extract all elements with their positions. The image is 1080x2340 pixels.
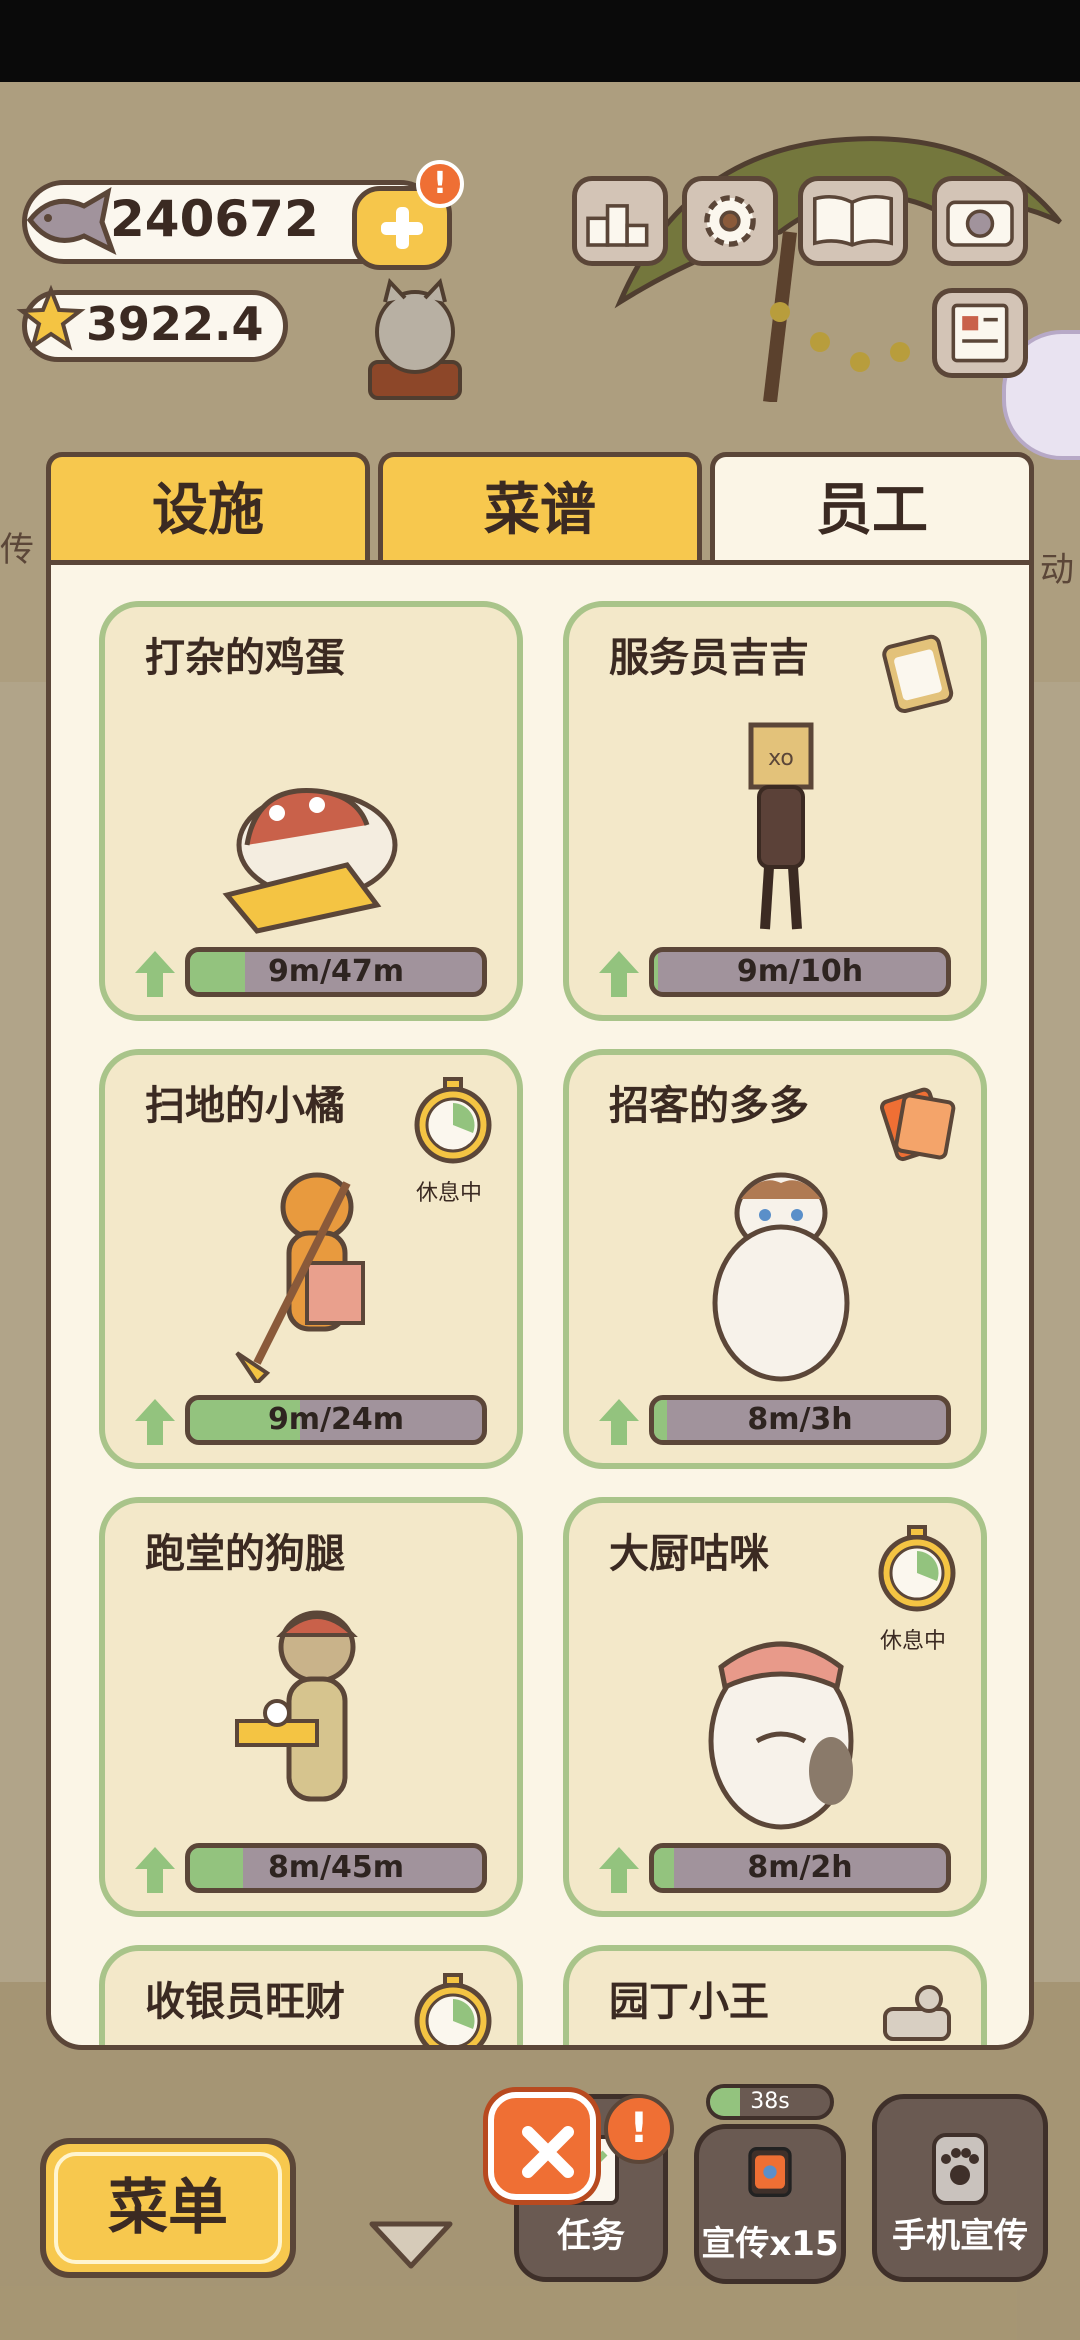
staff-name: 招客的多多 (609, 1083, 809, 1129)
tab-staff[interactable]: 员工 (710, 452, 1034, 574)
staff-portrait (712, 1172, 850, 1382)
star-icon (16, 284, 86, 351)
upgrade-arrow-icon[interactable] (133, 949, 177, 999)
work-progress-text: 9m/24m (267, 1402, 405, 1437)
close-icon (522, 2126, 574, 2178)
work-progress-bar: 8m/45m (185, 1843, 487, 1893)
staff-name: 收银员旺财 (145, 1979, 345, 2025)
staff-panel: 打杂的鸡蛋 9m/47m 服务员吉吉 xo 9m/10h 扫地的小橘休息中 9m/24m 招客… (46, 560, 1034, 2050)
upgrade-arrow-icon[interactable] (133, 1397, 177, 1447)
promo-button[interactable]: 宣传x15 (694, 2124, 846, 2284)
paw-phone-icon (932, 2133, 988, 2205)
staff-name: 打杂的鸡蛋 (145, 635, 345, 681)
staff-name: 园丁小王 (609, 1979, 769, 2025)
staff-portrait (222, 787, 398, 934)
stopwatch-icon (414, 1077, 492, 1164)
work-progress-text: 8m/3h (747, 1402, 853, 1437)
podium-icon (586, 204, 649, 247)
promo-label: 宣传x15 (701, 2224, 839, 2264)
staff-name: 扫地的小橘 (145, 1083, 345, 1129)
work-progress-text: 8m/2h (747, 1850, 853, 1885)
work-progress-bar: 9m/24m (185, 1395, 487, 1445)
promo-timer: 38s (706, 2084, 834, 2120)
newspaper-icon (951, 303, 1009, 363)
work-progress-bar: 8m/3h (649, 1395, 951, 1445)
flyer-stack-icon (748, 2147, 792, 2197)
menu-button[interactable]: 菜单 (40, 2138, 296, 2278)
tab-recipes[interactable]: 菜谱 (378, 452, 702, 566)
side-text-left: 传 (0, 530, 34, 570)
staff-card[interactable]: 收银员旺财 (99, 1945, 523, 2045)
tools-icon (883, 1985, 951, 2041)
side-text-right: 动 (1040, 550, 1074, 590)
book-icon (813, 195, 893, 247)
guide-book-button[interactable] (798, 176, 908, 266)
chevron-down-icon[interactable] (366, 2216, 456, 2272)
staff-card[interactable]: 跑堂的狗腿 8m/45m (99, 1497, 523, 1917)
camera-button[interactable] (932, 176, 1028, 266)
upgrade-arrow-icon[interactable] (597, 1397, 641, 1447)
work-progress-text: 8m/45m (267, 1850, 405, 1885)
phone-promo-label: 手机宣传 (892, 2216, 1028, 2256)
fish-icon (26, 187, 117, 256)
ranking-button[interactable] (572, 176, 668, 266)
staff-card[interactable]: 招客的多多 8m/3h (563, 1049, 987, 1469)
work-progress-bar: 9m/47m (185, 947, 487, 997)
stopwatch-icon (878, 1525, 956, 1612)
coin-alert-badge: ! (416, 160, 464, 208)
upgrade-arrow-icon[interactable] (133, 1845, 177, 1895)
staff-portrait: xo (748, 722, 814, 930)
news-button[interactable] (932, 288, 1028, 378)
flyer-icon (879, 1087, 956, 1162)
stopwatch-icon (414, 1973, 492, 2045)
staff-card[interactable]: 大厨咕咪休息中 8m/2h (563, 1497, 987, 1917)
work-progress-text: 9m/47m (267, 954, 405, 989)
staff-name: 服务员吉吉 (609, 635, 809, 681)
clipboard-icon (882, 634, 954, 714)
work-progress-text: 9m/10h (736, 954, 864, 989)
svg-text:xo: xo (768, 746, 794, 771)
staff-card[interactable]: 服务员吉吉 xo 9m/10h (563, 601, 987, 1021)
tasks-alert-badge: ! (604, 2094, 674, 2164)
star-value: 3922.4 (86, 297, 264, 351)
staff-card[interactable]: 扫地的小橘休息中 9m/24m (99, 1049, 523, 1469)
upgrade-arrow-icon[interactable] (597, 949, 641, 999)
upgrade-arrow-icon[interactable] (597, 1845, 641, 1895)
staff-name: 大厨咕咪 (609, 1531, 769, 1577)
resting-label: 休息中 (879, 1629, 946, 1654)
work-progress-bar: 8m/2h (649, 1843, 951, 1893)
gear-icon (704, 195, 756, 247)
tab-facilities[interactable]: 设施 (46, 452, 370, 566)
status-bar (0, 0, 1080, 82)
staff-portrait (235, 1610, 358, 1802)
tasks-label: 任务 (557, 2216, 625, 2256)
staff-card[interactable]: 园丁小王 (563, 1945, 987, 2045)
promo-timer-text: 38s (750, 2089, 790, 2114)
resting-label: 休息中 (415, 1181, 482, 1206)
staff-grid: 打杂的鸡蛋 9m/47m 服务员吉吉 xo 9m/10h 扫地的小橘休息中 9m/24m 招客… (51, 565, 1029, 2045)
camera-icon (946, 200, 1014, 247)
staff-card[interactable]: 打杂的鸡蛋 9m/47m (99, 601, 523, 1021)
staff-name: 跑堂的狗腿 (145, 1531, 345, 1577)
close-button[interactable] (488, 2092, 596, 2200)
phone-promo-button[interactable]: 手机宣传 (872, 2094, 1048, 2282)
settings-button[interactable] (682, 176, 778, 266)
work-progress-bar: 9m/10h (649, 947, 951, 997)
coin-value: 240672 (110, 190, 319, 248)
